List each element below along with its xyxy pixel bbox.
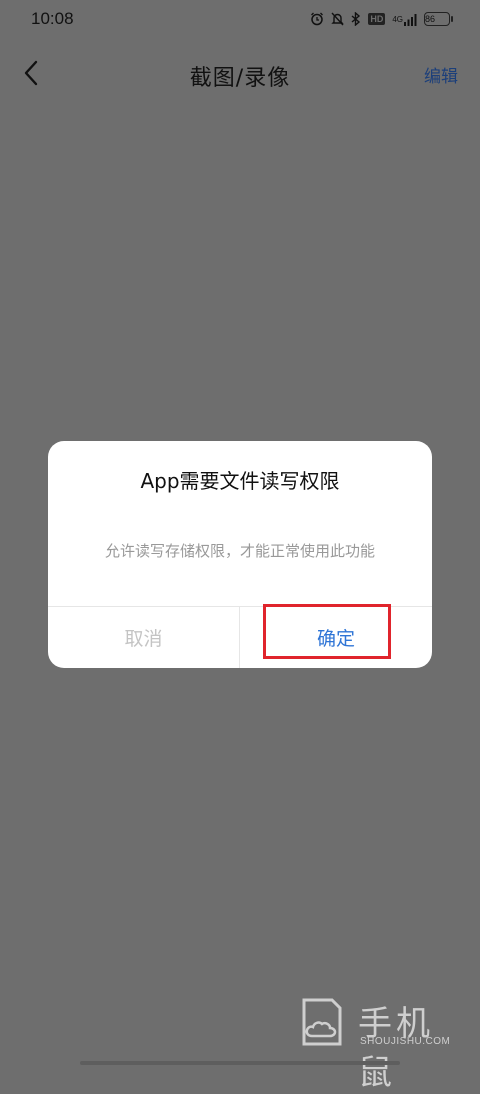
dialog-title: App需要文件读写权限 (140, 469, 340, 493)
4g-signal-icon: 4G (392, 13, 417, 26)
status-bar: 10:08 HD 4G 86 (0, 0, 480, 42)
mute-icon (331, 12, 345, 26)
confirm-button[interactable]: 确定 (240, 607, 432, 668)
hd-icon: HD (368, 13, 386, 25)
status-time: 10:08 (31, 9, 74, 28)
header: 截图/录像 编辑 (0, 48, 480, 100)
page-title: 截图/录像 (189, 66, 291, 91)
cancel-button[interactable]: 取消 (48, 607, 239, 668)
status-icons: HD 4G 86 (310, 12, 453, 26)
gesture-bar[interactable] (80, 1061, 400, 1065)
network-label: 4G (392, 14, 403, 24)
edit-button[interactable]: 编辑 (424, 62, 458, 87)
dialog-message: 允许读写存储权限，才能正常使用此功能 (104, 542, 375, 560)
watermark-logo-icon (302, 998, 342, 1046)
alarm-icon (310, 12, 324, 26)
battery-icon: 86 (424, 12, 453, 26)
permission-dialog: App需要文件读写权限 允许读写存储权限，才能正常使用此功能 取消 确定 (48, 441, 432, 668)
battery-level: 86 (425, 14, 436, 24)
watermark-sub: SHOUJISHU.COM (360, 1036, 451, 1047)
bluetooth-icon (351, 12, 361, 26)
watermark: 手机鼠 SHOUJISHU.COM (298, 996, 464, 1093)
